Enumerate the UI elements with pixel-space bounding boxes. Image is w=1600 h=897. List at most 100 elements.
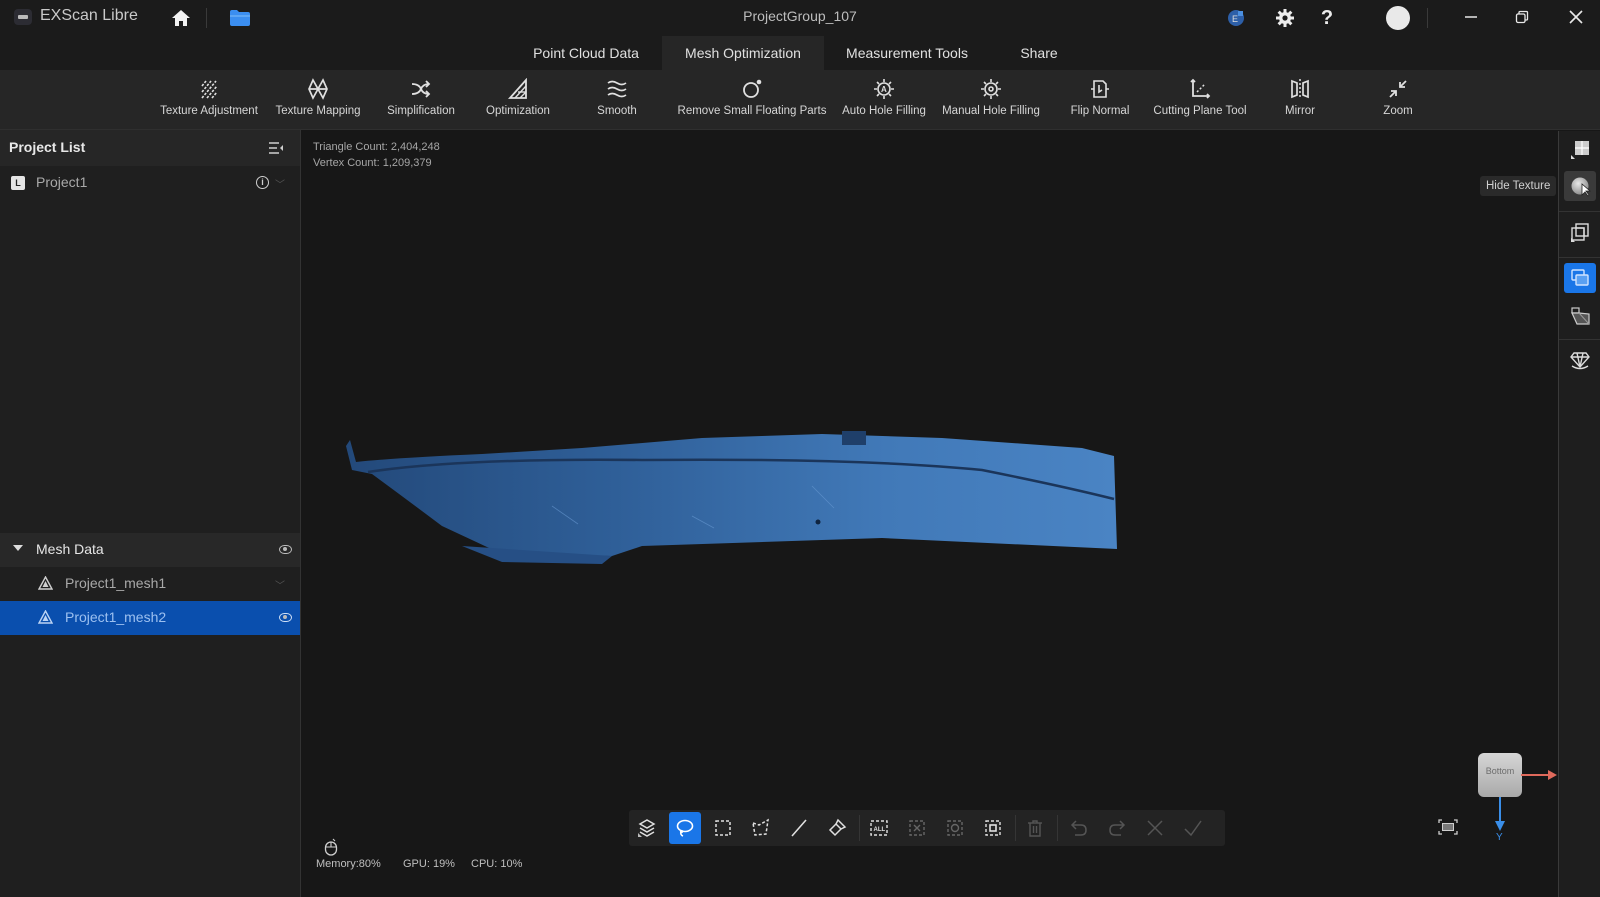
redo-icon — [1109, 820, 1126, 836]
select-connected-icon — [985, 820, 1001, 836]
divider — [1427, 8, 1428, 28]
lasso-select-button[interactable] — [669, 812, 701, 844]
texture-adjustment-icon — [201, 80, 218, 99]
divider — [1559, 257, 1600, 258]
triangle-count: Triangle Count: 2,404,248 — [313, 141, 440, 153]
flip-normal-button[interactable]: Flip Normal — [1064, 78, 1136, 126]
shuffle-icon — [411, 80, 431, 98]
device-icon[interactable]: E — [1224, 6, 1248, 30]
collapse-panel-icon[interactable] — [268, 140, 284, 156]
line-icon — [791, 819, 807, 837]
avatar[interactable] — [1386, 6, 1410, 30]
invert-select-button[interactable] — [939, 812, 971, 844]
simplification-button[interactable]: Simplification — [376, 78, 466, 126]
sphere-icon — [1571, 177, 1591, 197]
manual-hole-filling-button[interactable]: Manual Hole Filling — [938, 78, 1044, 126]
smooth-button[interactable]: Smooth — [586, 78, 648, 126]
trash-icon — [1028, 820, 1042, 837]
texture-mapping-icon — [308, 78, 328, 100]
wireframe-view-button[interactable] — [1564, 217, 1596, 247]
lasso-icon — [676, 819, 694, 837]
minimize-icon[interactable] — [1457, 4, 1485, 30]
tab-point-cloud-data[interactable]: Point Cloud Data — [518, 36, 654, 70]
mesh-triangle-icon — [38, 576, 53, 590]
tab-measurement-tools[interactable]: Measurement Tools — [832, 36, 982, 70]
optimization-button[interactable]: Optimization — [478, 78, 558, 126]
brush-icon — [828, 818, 847, 837]
cancel-button[interactable] — [1139, 812, 1171, 844]
mesh-triangle-icon — [38, 610, 53, 624]
folder-open-icon[interactable] — [229, 9, 251, 27]
delete-button[interactable] — [1019, 812, 1051, 844]
mesh-list-item[interactable]: Project1_mesh1 ﹀ — [0, 567, 300, 601]
tab-mesh-optimization[interactable]: Mesh Optimization — [662, 36, 824, 70]
polygon-select-icon — [752, 818, 769, 836]
mesh-list-item-selected[interactable]: Project1_mesh2 — [0, 601, 300, 635]
main-tabs: Point Cloud Data Mesh Optimization Measu… — [0, 34, 1600, 70]
cutting-plane-tool-button[interactable]: Cutting Plane Tool — [1148, 78, 1252, 126]
layers-icon — [638, 819, 656, 837]
auto-hole-filling-button[interactable]: A Auto Hole Filling — [838, 78, 930, 126]
cpu-usage: CPU: 10% — [471, 858, 523, 870]
info-icon[interactable]: i — [256, 176, 269, 189]
project-row[interactable]: L Project1 i ﹀ — [0, 166, 300, 200]
visibility-eye-icon[interactable] — [279, 545, 292, 554]
mesh-stats: Triangle Count: 2,404,248 Vertex Count: … — [313, 139, 440, 171]
remove-small-floating-parts-button[interactable]: Remove Small Floating Parts — [672, 78, 832, 126]
expand-triangle-icon[interactable] — [13, 545, 23, 551]
undo-button[interactable] — [1063, 812, 1095, 844]
line-select-button[interactable] — [783, 812, 815, 844]
home-icon[interactable] — [170, 8, 192, 28]
help-icon[interactable]: ? — [1315, 6, 1339, 30]
render-quality-button[interactable] — [1564, 345, 1596, 375]
svg-text:E: E — [1232, 14, 1238, 24]
overlap-view-button[interactable] — [1564, 263, 1596, 293]
3d-viewport[interactable]: Triangle Count: 2,404,248 Vertex Count: … — [302, 131, 1558, 897]
memory-usage: Memory:80% — [316, 858, 381, 870]
mesh-name: Project1_mesh1 — [65, 575, 167, 591]
rectangle-select-icon — [715, 820, 731, 836]
navigation-cube[interactable]: Bottom — [1478, 753, 1522, 797]
auto-hole-filling-icon: A — [874, 79, 894, 99]
mesh-data-header[interactable]: Mesh Data — [0, 533, 300, 567]
redo-button[interactable] — [1101, 812, 1133, 844]
perspective-view-button[interactable] — [1564, 301, 1596, 331]
divider — [1057, 815, 1058, 841]
checkmark-icon — [1184, 820, 1202, 837]
mirror-button[interactable]: Mirror — [1270, 78, 1330, 126]
fit-view-icon[interactable] — [1438, 819, 1458, 835]
layer-select-button[interactable] — [631, 812, 663, 844]
select-all-button[interactable]: ALL — [863, 812, 895, 844]
confirm-button[interactable] — [1177, 812, 1209, 844]
boat-hull-mesh[interactable] — [342, 426, 1142, 586]
waves-icon — [607, 80, 627, 98]
polygon-select-button[interactable] — [745, 812, 777, 844]
flip-normal-icon — [1091, 80, 1109, 98]
gear-icon[interactable] — [1273, 6, 1297, 30]
divider — [206, 8, 207, 28]
hide-texture-button[interactable] — [1564, 171, 1596, 201]
invert-select-icon — [947, 820, 963, 836]
zoom-button[interactable]: Zoom — [1372, 78, 1424, 126]
chevron-down-icon[interactable]: ﹀ — [275, 176, 285, 191]
tab-share[interactable]: Share — [1006, 36, 1072, 70]
texture-view-button[interactable] — [1564, 135, 1596, 165]
restore-icon[interactable] — [1508, 4, 1536, 30]
rectangle-select-button[interactable] — [707, 812, 739, 844]
brush-select-button[interactable] — [821, 812, 853, 844]
view-toolbar — [1558, 131, 1600, 897]
diamond-icon — [1570, 352, 1590, 370]
close-icon[interactable] — [1562, 4, 1590, 30]
overlap-windows-icon — [1571, 269, 1589, 286]
perspective-icon — [1571, 307, 1590, 325]
divider — [859, 815, 860, 841]
visibility-eye-icon[interactable] — [279, 613, 292, 622]
select-connected-button[interactable] — [977, 812, 1009, 844]
deselect-button[interactable] — [901, 812, 933, 844]
axis-y-label: Y — [1496, 832, 1503, 843]
select-all-icon: ALL — [870, 820, 888, 836]
mouse-icon[interactable] — [324, 838, 338, 856]
chevron-down-icon[interactable]: ﹀ — [275, 577, 285, 592]
texture-mapping-button[interactable]: Texture Mapping — [268, 78, 368, 126]
texture-adjustment-button[interactable]: Texture Adjustment — [156, 78, 262, 126]
